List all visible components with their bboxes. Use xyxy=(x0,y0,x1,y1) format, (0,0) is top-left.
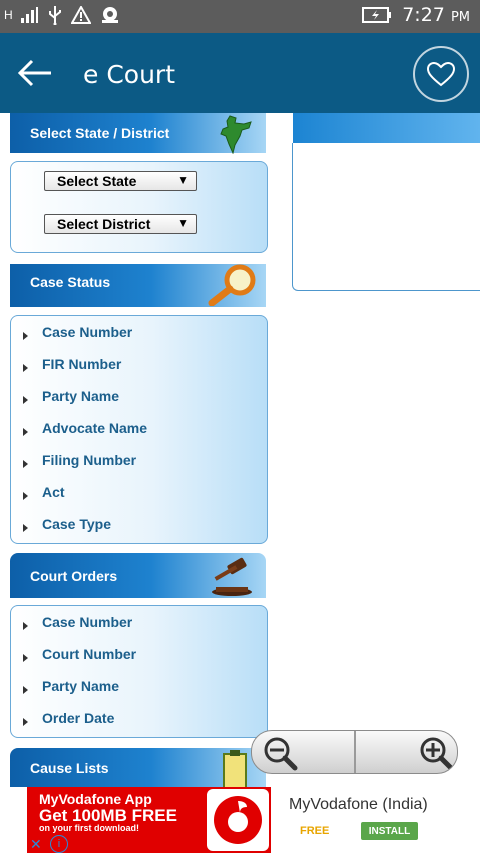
triangle-right-icon xyxy=(23,718,28,726)
clock: 7:27 PM xyxy=(402,4,470,26)
triangle-right-icon xyxy=(23,622,28,630)
warning-icon xyxy=(70,6,91,24)
zoom-out-button[interactable] xyxy=(252,731,354,773)
gavel-icon xyxy=(212,557,252,596)
triangle-right-icon xyxy=(23,524,28,532)
case-status-party-name[interactable]: Party Name xyxy=(23,388,119,404)
court-orders-order-date[interactable]: Order Date xyxy=(23,710,114,726)
triangle-right-icon xyxy=(23,428,28,436)
triangle-right-icon xyxy=(23,686,28,694)
case-status-fir-number[interactable]: FIR Number xyxy=(23,356,121,372)
court-orders-header: Court Orders xyxy=(10,553,266,598)
case-status-title: Case Status xyxy=(30,273,111,290)
select-state-district-title: Select State / District xyxy=(30,125,170,141)
triangle-right-icon xyxy=(23,332,28,340)
vodafone-logo xyxy=(207,789,269,851)
triangle-right-icon xyxy=(23,396,28,404)
case-status-item-label: Case Number xyxy=(42,324,133,340)
case-status-advocate-name[interactable]: Advocate Name xyxy=(23,420,147,436)
district-select-value: Select District xyxy=(57,216,151,232)
result-panel-header xyxy=(293,113,480,143)
case-status-act[interactable]: Act xyxy=(23,484,65,500)
zoom-in-icon xyxy=(420,737,454,771)
district-select[interactable]: Select District ▼ xyxy=(44,214,197,234)
court-orders-panel: Case Number Court Number Party Name Orde… xyxy=(10,605,268,738)
state-select[interactable]: Select State ▼ xyxy=(44,171,197,191)
case-status-filing-number[interactable]: Filing Number xyxy=(23,452,136,468)
heart-icon xyxy=(426,61,456,87)
case-status-item-label: Filing Number xyxy=(42,452,137,468)
ad-image-line3: on your first download! xyxy=(39,823,139,833)
india-map-icon xyxy=(220,115,252,154)
zoom-out-icon xyxy=(264,737,298,771)
favorite-button[interactable] xyxy=(413,46,469,102)
triangle-right-icon xyxy=(23,460,28,468)
network-type-label: H xyxy=(4,8,13,22)
ad-close-icon[interactable]: ✕ xyxy=(30,836,42,853)
usb-icon xyxy=(48,6,61,25)
clock-ampm: PM xyxy=(450,10,470,25)
case-status-case-number[interactable]: Case Number xyxy=(23,324,132,340)
app-bar: e Court xyxy=(0,33,480,113)
notification-icon xyxy=(101,7,118,23)
ad-info-icon[interactable]: i xyxy=(50,835,68,853)
triangle-right-icon xyxy=(23,364,28,372)
court-orders-title: Court Orders xyxy=(30,567,118,584)
clock-time: 7:27 xyxy=(402,4,445,26)
court-orders-item-label: Case Number xyxy=(42,614,133,630)
page-title: e Court xyxy=(83,60,176,89)
ad-price: FREE xyxy=(300,825,330,837)
case-status-item-label: Act xyxy=(42,484,65,500)
select-state-district-header: Select State / District xyxy=(10,113,266,154)
battery-charging-icon xyxy=(362,7,392,23)
caret-down-icon: ▼ xyxy=(177,216,189,230)
court-orders-case-number[interactable]: Case Number xyxy=(23,614,132,630)
case-status-item-label: Advocate Name xyxy=(42,420,148,436)
ad-image-line1: MyVodafone App xyxy=(39,791,152,807)
case-status-panel: Case Number FIR Number Party Name Advoca… xyxy=(10,315,268,544)
court-orders-item-label: Order Date xyxy=(42,710,115,726)
cause-lists-header[interactable]: Cause Lists xyxy=(10,748,266,788)
case-status-header: Case Status xyxy=(10,264,266,307)
case-status-case-type[interactable]: Case Type xyxy=(23,516,111,532)
ad-banner[interactable]: MyVodafone App Get 100MB FREE on your fi… xyxy=(0,787,480,853)
select-state-district-panel: Select State ▼ Select District ▼ xyxy=(10,161,268,253)
triangle-right-icon xyxy=(23,654,28,662)
triangle-right-icon xyxy=(23,492,28,500)
back-button[interactable] xyxy=(16,57,54,89)
vodafone-logo-icon xyxy=(214,796,262,844)
zoom-in-button[interactable] xyxy=(356,731,457,773)
signal-icon xyxy=(20,7,38,23)
court-orders-court-number[interactable]: Court Number xyxy=(23,646,136,662)
status-bar: H 7:27 PM xyxy=(0,0,480,33)
case-status-item-label: FIR Number xyxy=(42,356,122,372)
court-orders-item-label: Court Number xyxy=(42,646,137,662)
caret-down-icon: ▼ xyxy=(177,173,189,187)
court-orders-item-label: Party Name xyxy=(42,678,120,694)
back-arrow-icon xyxy=(17,59,51,87)
state-select-value: Select State xyxy=(57,173,137,189)
list-document-icon xyxy=(223,750,247,788)
zoom-control xyxy=(251,730,458,774)
ad-title: MyVodafone (India) xyxy=(289,796,428,813)
court-orders-party-name[interactable]: Party Name xyxy=(23,678,119,694)
case-status-item-label: Case Type xyxy=(42,516,111,532)
magnifier-icon xyxy=(208,264,256,306)
cause-lists-title: Cause Lists xyxy=(30,760,109,776)
ad-install-button[interactable]: INSTALL xyxy=(361,822,418,840)
case-status-item-label: Party Name xyxy=(42,388,120,404)
result-panel xyxy=(292,143,480,291)
